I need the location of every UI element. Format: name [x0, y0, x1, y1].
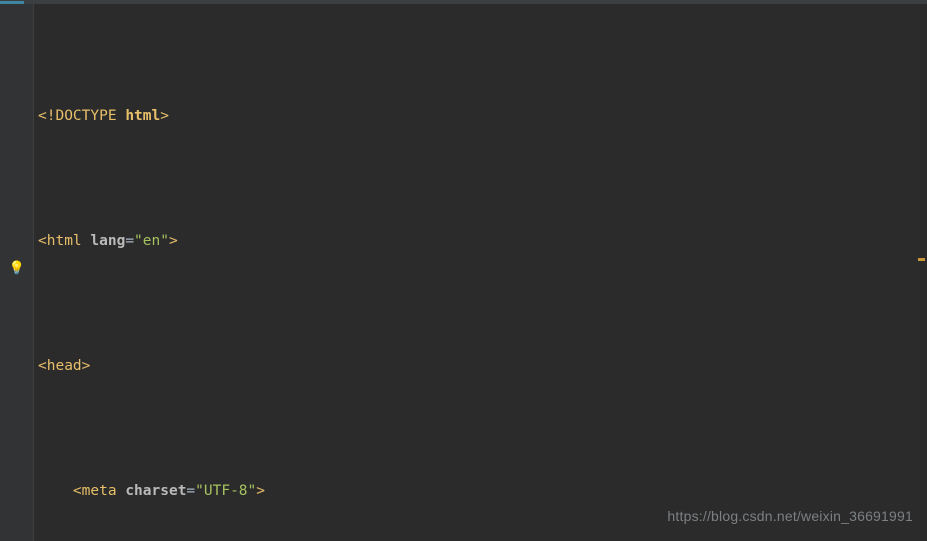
space — [82, 229, 91, 254]
equals: = — [186, 479, 195, 504]
code-line[interactable]: <meta charset="UTF-8"> — [36, 479, 927, 504]
tag-html: html — [47, 229, 82, 254]
indent — [38, 479, 73, 504]
scrollbar-marker[interactable] — [918, 258, 925, 261]
code-line[interactable]: <!DOCTYPE html> — [36, 104, 927, 129]
code-line[interactable]: <head> — [36, 354, 927, 379]
punct: > — [169, 229, 178, 254]
punct: < — [38, 354, 47, 379]
punct: > — [256, 479, 265, 504]
punct: > — [160, 104, 169, 129]
equals: = — [125, 229, 134, 254]
space — [117, 104, 126, 129]
tag-head: head — [47, 354, 82, 379]
tag-meta: meta — [82, 479, 117, 504]
editor-area: 💡 <!DOCTYPE html> <html lang="en"> <head… — [0, 4, 927, 541]
gutter[interactable]: 💡 — [0, 4, 34, 541]
val-lang: "en" — [134, 229, 169, 254]
doctype-word: DOCTYPE — [55, 104, 116, 129]
doctype-html: html — [125, 104, 160, 129]
space — [117, 479, 126, 504]
doctype-bang: ! — [47, 104, 56, 129]
punct: < — [38, 229, 47, 254]
attr-charset: charset — [125, 479, 186, 504]
val-charset: "UTF-8" — [195, 479, 256, 504]
code-area[interactable]: <!DOCTYPE html> <html lang="en"> <head> … — [34, 4, 927, 541]
punct: < — [38, 104, 47, 129]
punct: > — [82, 354, 91, 379]
scrollbar-track[interactable] — [916, 4, 927, 541]
code-line[interactable]: <html lang="en"> — [36, 229, 927, 254]
watermark-text: https://blog.csdn.net/weixin_36691991 — [667, 504, 913, 529]
attr-lang: lang — [90, 229, 125, 254]
punct: < — [73, 479, 82, 504]
bulb-icon[interactable]: 💡 — [10, 261, 24, 275]
